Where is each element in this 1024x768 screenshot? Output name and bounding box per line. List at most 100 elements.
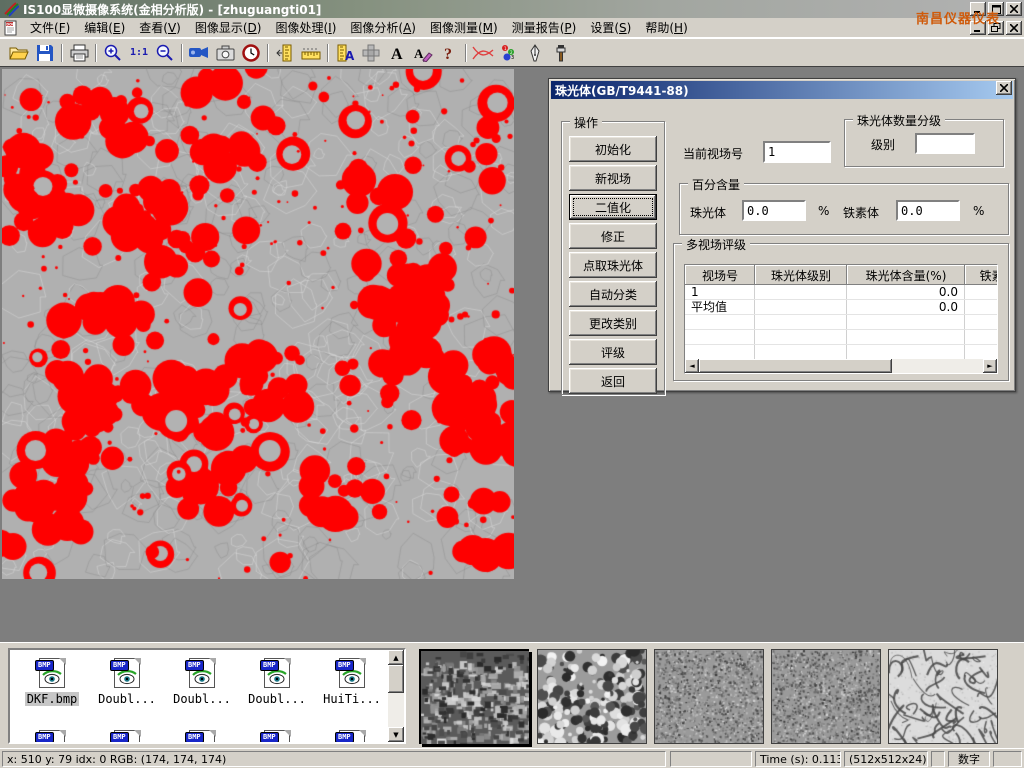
file-name[interactable]: Doubl...: [171, 692, 233, 706]
file-item[interactable]: BMP: [241, 730, 313, 744]
scroll-up-icon[interactable]: ▲: [388, 650, 404, 665]
file-item[interactable]: BMP: [166, 730, 238, 744]
bottom-panel: BMP DKF.bmp BMP Doubl... BMP Doubl...: [0, 642, 1024, 748]
new-field-button[interactable]: 新视场: [569, 165, 657, 191]
menu-image-analysis[interactable]: 图像分析(A): [343, 17, 423, 38]
ferrite-label: 铁素体: [843, 204, 879, 221]
ruler-icon[interactable]: [298, 41, 324, 65]
zoom-out-icon[interactable]: [152, 41, 178, 65]
menu-view[interactable]: 查看(V): [132, 17, 188, 38]
correct-button[interactable]: 修正: [569, 223, 657, 249]
micrograph-image[interactable]: [2, 69, 514, 579]
zoom-in-icon[interactable]: [100, 41, 126, 65]
auto-classify-button[interactable]: 自动分类: [569, 281, 657, 307]
caliper-icon[interactable]: [272, 41, 298, 65]
brush-icon[interactable]: [548, 41, 574, 65]
file-name[interactable]: Doubl...: [246, 692, 308, 706]
pen-icon[interactable]: [522, 41, 548, 65]
bmp-badge: BMP: [110, 660, 129, 671]
save-icon[interactable]: [32, 41, 58, 65]
close-button[interactable]: [1006, 2, 1022, 16]
scroll-left-icon[interactable]: ◄: [685, 359, 699, 373]
classify-icon[interactable]: 123: [496, 41, 522, 65]
file-item[interactable]: BMP Doubl...: [241, 658, 313, 706]
table-row[interactable]: [685, 345, 997, 360]
mdi-close-button[interactable]: [1006, 21, 1022, 35]
percent-group-label: 百分含量: [688, 176, 744, 193]
table-row[interactable]: 平均值 0.0: [685, 300, 997, 315]
file-item[interactable]: BMP HuiTi...: [316, 658, 388, 706]
file-item[interactable]: BMP DKF.bmp: [16, 658, 88, 706]
file-item[interactable]: BMP: [316, 730, 388, 744]
thumbnail-4[interactable]: [771, 649, 881, 744]
document-icon[interactable]: DOC: [3, 20, 19, 36]
menu-image-display[interactable]: 图像显示(D): [188, 17, 269, 38]
rate-button[interactable]: 评级: [569, 339, 657, 365]
toolbar: 1:1 A A A ? 123: [0, 38, 1024, 66]
scroll-down-icon[interactable]: ▼: [388, 727, 404, 742]
bmp-file-icon: BMP: [260, 658, 294, 690]
toolbar-separator: [465, 44, 467, 62]
pearlite-percent-input[interactable]: [742, 200, 806, 221]
level-input[interactable]: [915, 133, 975, 154]
menu-image-processing[interactable]: 图像处理(I): [268, 17, 343, 38]
video-camera-icon[interactable]: [186, 41, 212, 65]
col-pearlite-content[interactable]: 珠光体含量(%): [847, 265, 965, 285]
dialog-title: 珠光体(GB/T9441-88): [555, 82, 689, 99]
menu-file[interactable]: 文件(F): [23, 17, 77, 38]
menu-image-measure[interactable]: 图像测量(M): [423, 17, 505, 38]
ferrite-percent-input[interactable]: [896, 200, 960, 221]
open-icon[interactable]: [6, 41, 32, 65]
pick-pearlite-button[interactable]: 点取珠光体: [569, 252, 657, 278]
thumbnail-5[interactable]: [888, 649, 998, 744]
file-name[interactable]: HuiTi...: [321, 692, 383, 706]
text-icon[interactable]: A: [384, 41, 410, 65]
print-icon[interactable]: [66, 41, 92, 65]
grading-group: 珠光体数量分级 级别: [844, 119, 1004, 167]
status-bar: x: 510 y: 79 idx: 0 RGB: (174, 174, 174)…: [0, 748, 1024, 768]
scroll-track[interactable]: [699, 359, 983, 373]
file-name[interactable]: Doubl...: [96, 692, 158, 706]
curve-tool-icon[interactable]: [470, 41, 496, 65]
actual-size-icon[interactable]: 1:1: [126, 41, 152, 65]
file-item[interactable]: BMP Doubl...: [91, 658, 163, 706]
table-row[interactable]: 1 0.0: [685, 285, 997, 300]
initialize-button[interactable]: 初始化: [569, 136, 657, 162]
thumbnail-3[interactable]: [654, 649, 764, 744]
file-item[interactable]: BMP Doubl...: [166, 658, 238, 706]
menu-help[interactable]: 帮助(H): [638, 17, 694, 38]
menu-edit[interactable]: 编辑(E): [77, 17, 132, 38]
thumbnail-1[interactable]: [419, 649, 529, 744]
clock-icon[interactable]: [238, 41, 264, 65]
binarize-button[interactable]: 二值化: [569, 194, 657, 220]
dialog-close-button[interactable]: [996, 81, 1012, 95]
scroll-right-icon[interactable]: ►: [983, 359, 997, 373]
thumbnail-2[interactable]: [537, 649, 647, 744]
table-hscrollbar[interactable]: ◄ ►: [685, 359, 997, 373]
dialog-title-bar[interactable]: 珠光体(GB/T9441-88): [551, 81, 1013, 99]
file-item[interactable]: BMP: [16, 730, 88, 744]
current-view-input[interactable]: [763, 141, 831, 163]
change-class-button[interactable]: 更改类别: [569, 310, 657, 336]
percent-group: 百分含量 珠光体 % 铁素体 %: [679, 183, 1009, 235]
annotate-icon[interactable]: A: [410, 41, 436, 65]
filelist-scrollbar[interactable]: ▲ ▼: [388, 650, 404, 742]
col-field[interactable]: 视场号: [685, 265, 755, 285]
col-ferrite-content[interactable]: 铁素体含量(%): [965, 265, 998, 285]
table-row[interactable]: [685, 315, 997, 330]
scroll-thumb[interactable]: [388, 665, 404, 693]
col-pearlite-level[interactable]: 珠光体级别: [755, 265, 847, 285]
measure-label-icon[interactable]: A: [332, 41, 358, 65]
menu-measure-report[interactable]: 测量报告(P): [505, 17, 584, 38]
cell-pearlite: 0.0: [847, 285, 965, 299]
grid-icon[interactable]: [358, 41, 384, 65]
pearlite-dialog: 珠光体(GB/T9441-88) 操作 初始化 新视场 二值化 修正 点取珠光体…: [548, 78, 1016, 392]
camera-icon[interactable]: [212, 41, 238, 65]
help-icon[interactable]: ?: [436, 41, 462, 65]
file-name[interactable]: DKF.bmp: [25, 692, 80, 706]
file-item[interactable]: BMP: [91, 730, 163, 744]
menu-settings[interactable]: 设置(S): [583, 17, 638, 38]
return-button[interactable]: 返回: [569, 368, 657, 394]
table-row[interactable]: [685, 330, 997, 345]
scroll-thumb[interactable]: [699, 359, 892, 373]
